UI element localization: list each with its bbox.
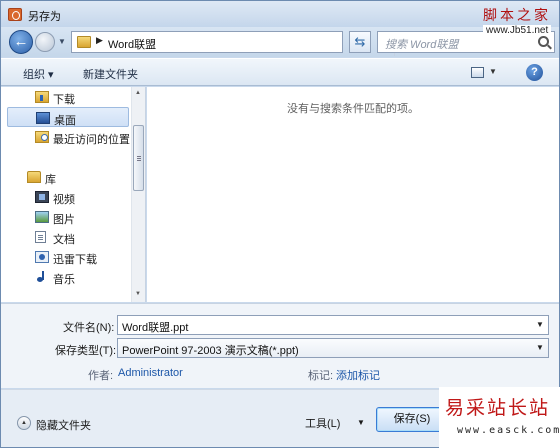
sidebar-item-pictures[interactable]: 图片 xyxy=(7,207,129,227)
sidebar-item-recent-places[interactable]: 最近访问的位置 xyxy=(7,127,130,147)
chevron-down-icon: ▼ xyxy=(357,418,365,427)
save-type-label: 保存类型(T): xyxy=(55,345,117,357)
toolbar: 组织 ▾ 新建文件夹 ▼ ? xyxy=(1,58,559,86)
sidebar-item-downloads[interactable]: 下载 xyxy=(7,87,129,107)
history-dropdown-button[interactable]: ▼ xyxy=(58,37,67,46)
new-folder-button[interactable]: 新建文件夹 xyxy=(83,66,138,82)
tools-label: 工具(L) xyxy=(305,418,341,430)
library-icon xyxy=(27,171,41,183)
address-bar[interactable]: ▶ Word联盟 ▼ xyxy=(71,31,407,56)
watermark-bottom: 易采站长站 www.easck.com xyxy=(439,387,560,448)
sidebar-item-videos[interactable]: 视频 xyxy=(7,187,129,207)
forward-button[interactable] xyxy=(35,32,55,52)
sidebar-item-label: 最近访问的位置 xyxy=(53,134,130,146)
scroll-down-icon[interactable]: ▼ xyxy=(135,291,141,297)
chevron-down-icon[interactable]: ▼ xyxy=(532,339,548,357)
refresh-button[interactable]: ⇆ xyxy=(349,31,371,53)
author-label: 作者: xyxy=(88,370,114,382)
help-button[interactable]: ? xyxy=(526,64,543,81)
navigation-bar: ← ▼ ▶ Word联盟 ▼ ⇆ 搜索 Word联盟 xyxy=(1,27,559,57)
sidebar-item-thunder-downloads[interactable]: 迅雷下载 xyxy=(7,247,129,267)
title-bar: 另存为 xyxy=(1,1,559,27)
navigation-scrollbar[interactable]: ▲ ▼ xyxy=(131,87,145,302)
sidebar-item-desktop[interactable]: 桌面 xyxy=(7,107,129,127)
filename-value[interactable]: Word联盟.ppt xyxy=(122,319,188,335)
chevron-up-icon: ▲ xyxy=(17,416,31,430)
arrow-left-icon: ← xyxy=(13,33,29,50)
watermark-top-url: www.Jb51.net xyxy=(483,25,552,36)
sidebar-item-label: 视频 xyxy=(53,194,75,206)
watermark-brand: 易采站长站 xyxy=(445,397,551,419)
breadcrumb-segment[interactable]: Word联盟 xyxy=(108,36,156,52)
folder-icon xyxy=(77,36,91,48)
sidebar-item-music[interactable]: 音乐 xyxy=(7,267,129,287)
watermark-url: www.easck.com xyxy=(457,425,560,436)
filename-field[interactable]: Word联盟.ppt ▼ xyxy=(117,315,549,335)
change-view-button[interactable]: ▼ xyxy=(471,65,497,81)
sidebar-item-label: 桌面 xyxy=(54,115,76,127)
scroll-up-icon[interactable]: ▲ xyxy=(135,90,141,96)
save-type-select[interactable]: PowerPoint 97-2003 演示文稿(*.ppt) ▼ xyxy=(117,338,549,358)
empty-results-message: 没有与搜索条件匹配的项。 xyxy=(287,103,419,115)
desktop-icon xyxy=(36,112,50,124)
file-list-pane[interactable]: 没有与搜索条件匹配的项。 xyxy=(147,87,559,302)
organize-menu-button[interactable]: 组织 ▾ xyxy=(23,66,54,82)
downloads-folder-icon xyxy=(35,91,49,103)
music-note-icon xyxy=(35,271,49,283)
recent-places-icon xyxy=(35,131,49,143)
sidebar-item-label: 图片 xyxy=(53,214,75,226)
chevron-down-icon: ▼ xyxy=(58,37,66,46)
refresh-icon: ⇆ xyxy=(354,34,366,49)
sidebar-item-label: 下载 xyxy=(53,94,75,106)
sidebar-item-label: 库 xyxy=(45,174,56,186)
watermark-top-brand: 脚本之家 xyxy=(483,8,551,24)
save-form: 文件名(N): Word联盟.ppt ▼ 保存类型(T): PowerPoint… xyxy=(1,303,559,388)
back-button[interactable]: ← xyxy=(9,30,33,54)
sidebar-item-documents[interactable]: 文档 xyxy=(7,227,129,247)
save-type-value: PowerPoint 97-2003 演示文稿(*.ppt) xyxy=(122,345,299,357)
sidebar-item-label: 文档 xyxy=(53,234,75,246)
sidebar-item-label: 迅雷下载 xyxy=(53,254,97,266)
filename-dropdown-icon[interactable]: ▼ xyxy=(532,316,548,334)
help-icon: ? xyxy=(531,66,538,78)
grip-icon xyxy=(137,156,141,157)
thunder-download-icon xyxy=(35,251,49,263)
tags-label: 标记: xyxy=(308,370,334,382)
powerpoint-app-icon xyxy=(8,8,22,21)
sidebar-item-libraries[interactable]: 库 xyxy=(0,167,121,187)
chevron-down-icon: ▼ xyxy=(489,67,497,76)
document-icon xyxy=(35,231,46,243)
scrollbar-thumb[interactable] xyxy=(133,125,144,191)
author-value[interactable]: Administrator xyxy=(118,367,183,379)
breadcrumb-arrow-icon[interactable]: ▶ xyxy=(96,35,103,46)
hide-folders-label: 隐藏文件夹 xyxy=(36,420,91,432)
hide-folders-button[interactable]: ▲ 隐藏文件夹 xyxy=(17,416,97,432)
view-icon xyxy=(471,67,484,78)
add-tags-link[interactable]: 添加标记 xyxy=(336,367,380,383)
search-input[interactable]: 搜索 Word联盟 xyxy=(385,36,458,52)
picture-icon xyxy=(35,211,49,223)
navigation-pane: 下载 桌面 最近访问的位置 库 视频 图片 文档 迅雷下载 音乐 ▲ ▼ xyxy=(1,87,146,302)
tools-menu-button[interactable]: 工具(L) ▼ xyxy=(305,412,365,432)
video-icon xyxy=(35,191,49,203)
save-as-dialog: 另存为 ← ▼ ▶ Word联盟 ▼ ⇆ 搜索 Word联盟 组织 ▾ 新建文件… xyxy=(0,0,560,448)
filename-label: 文件名(N): xyxy=(63,322,115,334)
window-title: 另存为 xyxy=(28,11,61,23)
save-button[interactable]: 保存(S) xyxy=(376,407,448,432)
sidebar-item-label: 音乐 xyxy=(53,274,75,286)
search-icon[interactable] xyxy=(538,36,549,47)
